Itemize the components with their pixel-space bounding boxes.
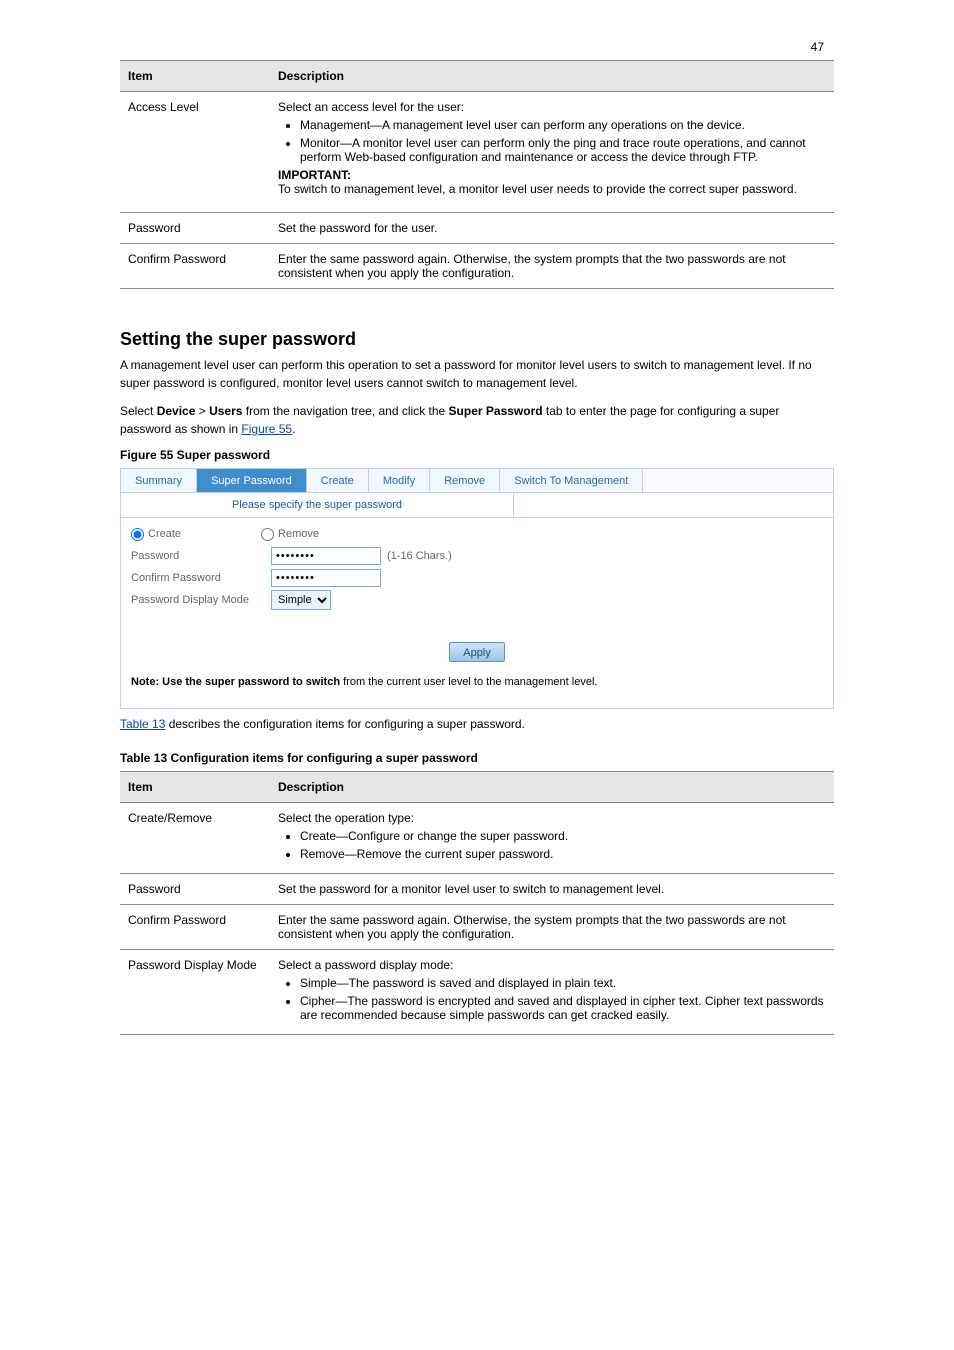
radio-create[interactable]: Create <box>131 528 181 541</box>
cell-item: Confirm Password <box>120 905 270 950</box>
cell-desc: Set the password for the user. <box>270 213 834 244</box>
confirm-password-input[interactable] <box>271 569 381 587</box>
apply-button[interactable]: Apply <box>449 642 505 662</box>
cell-desc: Select a password display mode: Simple—T… <box>270 950 834 1035</box>
bullet: Create—Configure or change the super pas… <box>300 829 826 843</box>
table-link[interactable]: Table 13 <box>120 717 165 731</box>
radio-remove-label: Remove <box>278 528 319 540</box>
tab-super-password[interactable]: Super Password <box>197 469 307 492</box>
tab-switch-to-management[interactable]: Switch To Management <box>500 469 643 492</box>
table1-header-desc: Description <box>270 61 834 92</box>
screenshot-super-password: Summary Super Password Create Modify Rem… <box>120 468 834 709</box>
table1-header-item: Item <box>120 61 270 92</box>
cell-desc: Select the operation type: Create—Config… <box>270 803 834 874</box>
radio-remove[interactable]: Remove <box>261 528 319 541</box>
important-text: To switch to management level, a monitor… <box>278 182 826 196</box>
page: 47 Item Description Access Level Select … <box>0 0 954 1127</box>
bullet: Monitor—A monitor level user can perform… <box>300 136 826 164</box>
screenshot-note: Note: Use the super password to switch f… <box>121 670 833 696</box>
section-paragraph-1: A management level user can perform this… <box>120 356 834 392</box>
figure-label: Figure 55 Super password <box>120 448 834 462</box>
panel-title: Please specify the super password <box>121 493 513 518</box>
display-mode-select[interactable]: Simple <box>271 590 331 610</box>
radio-create-input[interactable] <box>131 528 144 541</box>
table-row: Password Set the password for a monitor … <box>120 874 834 905</box>
radio-create-label: Create <box>148 528 181 540</box>
cell-item: Password <box>120 874 270 905</box>
cell-desc: Select an access level for the user: Man… <box>270 92 834 213</box>
tab-summary[interactable]: Summary <box>121 469 197 492</box>
table2-header-desc: Description <box>270 772 834 803</box>
radio-remove-input[interactable] <box>261 528 274 541</box>
table-row: Password Set the password for the user. <box>120 213 834 244</box>
tab-modify[interactable]: Modify <box>369 469 430 492</box>
table2-header-item: Item <box>120 772 270 803</box>
bullet: Simple—The password is saved and display… <box>300 976 826 990</box>
table-super-password-items: Item Description Create/Remove Select th… <box>120 771 834 1035</box>
cell-desc: Enter the same password again. Otherwise… <box>270 244 834 289</box>
section-paragraph-2: Select Device > Users from the navigatio… <box>120 402 834 438</box>
password-input[interactable] <box>271 547 381 565</box>
important-heading: IMPORTANT: <box>278 168 826 182</box>
table2-intro: Table 13 describes the configuration ite… <box>120 715 834 733</box>
cell-item: Access Level <box>120 92 270 213</box>
cell-desc: Set the password for a monitor level use… <box>270 874 834 905</box>
tab-remove[interactable]: Remove <box>430 469 500 492</box>
cell-item: Password <box>120 213 270 244</box>
table-row: Create/Remove Select the operation type:… <box>120 803 834 874</box>
cell-item: Password Display Mode <box>120 950 270 1035</box>
label-confirm-password: Confirm Password <box>131 572 271 584</box>
label-password: Password <box>131 550 271 562</box>
figure-link[interactable]: Figure 55 <box>241 422 292 436</box>
section-heading: Setting the super password <box>120 329 834 350</box>
cell-item: Create/Remove <box>120 803 270 874</box>
table-row: Confirm Password Enter the same password… <box>120 905 834 950</box>
table-row: Password Display Mode Select a password … <box>120 950 834 1035</box>
table2-label: Table 13 Configuration items for configu… <box>120 751 834 765</box>
bullet: Remove—Remove the current super password… <box>300 847 826 861</box>
cell-intro: Select the operation type: <box>278 811 826 825</box>
table-row: Confirm Password Enter the same password… <box>120 244 834 289</box>
label-display-mode: Password Display Mode <box>131 594 271 606</box>
table-access-level: Item Description Access Level Select an … <box>120 60 834 289</box>
tab-create[interactable]: Create <box>307 469 369 492</box>
cell-item: Confirm Password <box>120 244 270 289</box>
password-hint: (1-16 Chars.) <box>387 550 452 562</box>
table-row: Access Level Select an access level for … <box>120 92 834 213</box>
access-level-intro: Select an access level for the user: <box>278 100 826 114</box>
cell-intro: Select a password display mode: <box>278 958 826 972</box>
cell-desc: Enter the same password again. Otherwise… <box>270 905 834 950</box>
page-number: 47 <box>811 40 824 54</box>
bullet: Cipher—The password is encrypted and sav… <box>300 994 826 1022</box>
bullet: Management—A management level user can p… <box>300 118 826 132</box>
tab-bar: Summary Super Password Create Modify Rem… <box>121 469 833 493</box>
